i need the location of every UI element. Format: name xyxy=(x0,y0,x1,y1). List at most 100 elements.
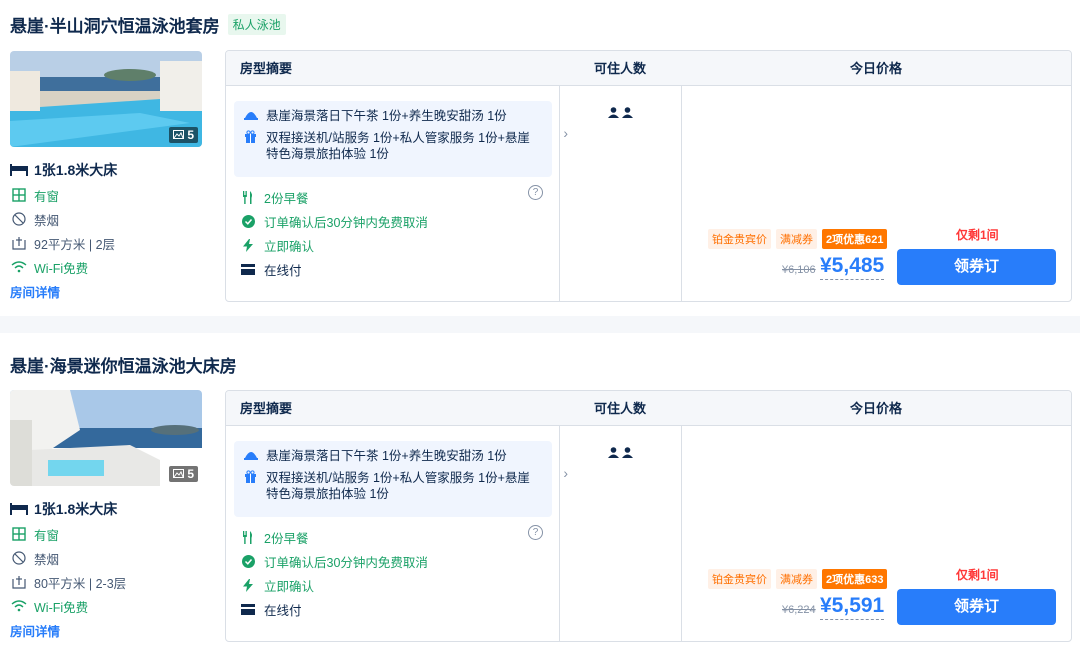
discount-count-badge[interactable]: 2项优惠633 xyxy=(822,569,888,589)
wifi-info: Wi-Fi免费 xyxy=(10,594,210,618)
person-icon xyxy=(608,106,619,121)
area-icon xyxy=(10,235,28,251)
card-icon xyxy=(240,263,256,275)
package-box[interactable]: 悬崖海景落日下午茶 1份+养生晚安甜汤 1份 双程接送机/站服务 1份+私人管家… xyxy=(234,101,568,177)
original-price: ¥6,106 xyxy=(782,264,816,276)
room-details-link[interactable]: 房间详情 xyxy=(10,621,210,640)
breakfast-perk: 2份早餐 xyxy=(240,185,550,209)
window-info: 有窗 xyxy=(10,522,210,546)
package-box[interactable]: 悬崖海景落日下午茶 1份+养生晚安甜汤 1份 双程接送机/站服务 1份+私人管家… xyxy=(234,441,568,517)
room-photo[interactable]: 5 xyxy=(10,390,202,486)
card-icon xyxy=(240,603,256,615)
lightning-icon xyxy=(240,238,256,252)
bed-info: 1张1.8米大床 xyxy=(10,157,210,183)
discount-count-badge[interactable]: 2项优惠621 xyxy=(822,229,888,249)
person-icon xyxy=(622,106,633,121)
package-line: 悬崖海景落日下午茶 1份+养生晚安甜汤 1份 xyxy=(244,108,542,124)
chevron-right-icon[interactable]: › xyxy=(563,125,568,141)
guest-count xyxy=(608,106,633,121)
window-icon xyxy=(10,526,28,542)
platinum-price-badge: 铂金贵宾价 xyxy=(708,569,771,589)
coupon-badge: 满减券 xyxy=(776,569,817,589)
wifi-label: Wi-Fi免费 xyxy=(34,261,89,276)
person-icon xyxy=(622,446,633,461)
chevron-right-icon[interactable]: › xyxy=(563,465,568,481)
cutlery-icon xyxy=(240,530,256,544)
package-line1-text: 悬崖海景落日下午茶 1份+养生晚安甜汤 1份 xyxy=(266,449,507,463)
room-title: 悬崖·海景迷你恒温泳池大床房 xyxy=(10,357,237,376)
bed-label: 1张1.8米大床 xyxy=(34,162,118,178)
instant-confirm-label: 立即确认 xyxy=(264,239,315,254)
gift-icon xyxy=(244,130,262,143)
header-summary: 房型摘要 xyxy=(240,401,293,416)
header-summary: 房型摘要 xyxy=(240,61,293,76)
price-area: 铂金贵宾价 满减券 2项优惠621 仅剩1间 ¥6,106 ¥5,485 领券订 xyxy=(682,86,1073,303)
current-price[interactable]: ¥5,485 xyxy=(820,254,885,280)
discount-badges: 铂金贵宾价 满减券 2项优惠633 xyxy=(708,569,888,589)
cancel-perk: 订单确认后30分钟内免费取消 xyxy=(240,209,550,233)
header-price: 今日价格 xyxy=(850,401,903,416)
area-icon xyxy=(10,574,28,590)
wifi-icon xyxy=(10,259,28,275)
check-circle-icon xyxy=(240,214,256,228)
dining-bell-icon xyxy=(244,448,262,460)
dining-bell-icon xyxy=(244,108,262,120)
rooms-left: 仅剩1间 xyxy=(956,228,999,242)
bed-label: 1张1.8米大床 xyxy=(34,501,118,517)
wifi-icon xyxy=(10,598,28,614)
header-guests: 可住人数 xyxy=(594,401,647,416)
column-divider xyxy=(559,426,560,641)
cancel-label: 订单确认后30分钟内免费取消 xyxy=(264,555,428,570)
room-facts: 1张1.8米大床 有窗 禁烟 80平方米 | 2-3层 Wi-Fi免费 房间详情 xyxy=(10,496,210,640)
no-smoking-icon xyxy=(10,550,28,566)
room-details-link[interactable]: 房间详情 xyxy=(10,282,210,301)
room-separator xyxy=(0,316,1080,333)
current-price[interactable]: ¥5,591 xyxy=(820,594,885,620)
package-line: 双程接送机/站服务 1份+私人管家服务 1份+悬崖特色海景旅拍体验 1份 xyxy=(244,130,542,162)
package-line1-text: 悬崖海景落日下午茶 1份+养生晚安甜汤 1份 xyxy=(266,109,507,123)
payment-label: 在线付 xyxy=(264,603,302,618)
discount-badges: 铂金贵宾价 满减券 2项优惠621 xyxy=(708,229,888,249)
window-icon xyxy=(10,187,28,203)
package-line2-text: 双程接送机/站服务 1份+私人管家服务 1份+悬崖特色海景旅拍体验 1份 xyxy=(266,131,530,161)
smoking-label: 禁烟 xyxy=(34,552,60,567)
perks-list: 2份早餐 订单确认后30分钟内免费取消 立即确认 在线付 xyxy=(240,525,550,621)
question-icon[interactable]: ? xyxy=(528,525,543,540)
column-divider xyxy=(559,86,560,301)
room-photo[interactable]: 5 xyxy=(10,51,202,147)
bed-info: 1张1.8米大床 xyxy=(10,496,210,522)
rooms-left: 仅剩1间 xyxy=(956,568,999,582)
question-icon[interactable]: ? xyxy=(528,185,543,200)
area-label: 92平方米 | 2层 xyxy=(34,237,116,252)
lightning-icon xyxy=(240,578,256,592)
room-facts: 1张1.8米大床 有窗 禁烟 92平方米 | 2层 Wi-Fi免费 房间详情 xyxy=(10,157,210,301)
header-price: 今日价格 xyxy=(850,61,903,76)
photo-count: 5 xyxy=(187,467,194,481)
book-button[interactable]: 领券订 xyxy=(897,589,1056,625)
private-pool-tag: 私人泳池 xyxy=(227,14,286,35)
cutlery-icon xyxy=(240,190,256,204)
package-line: 双程接送机/站服务 1份+私人管家服务 1份+悬崖特色海景旅拍体验 1份 xyxy=(244,470,542,502)
rate-table-header: 房型摘要 可住人数 今日价格 xyxy=(226,51,1071,86)
wifi-label: Wi-Fi免费 xyxy=(34,600,89,615)
room-title-row: 悬崖·海景迷你恒温泳池大床房 xyxy=(10,352,237,377)
smoking-info: 禁烟 xyxy=(10,207,210,231)
book-button[interactable]: 领券订 xyxy=(897,249,1056,285)
guest-count xyxy=(608,446,633,461)
instant-confirm-perk: 立即确认 xyxy=(240,573,550,597)
area-info: 92平方米 | 2层 xyxy=(10,231,210,255)
cancel-perk: 订单确认后30分钟内免费取消 xyxy=(240,549,550,573)
bed-icon xyxy=(10,162,28,178)
window-label: 有窗 xyxy=(34,528,60,543)
photo-count-badge: 5 xyxy=(169,466,198,482)
rate-table: 房型摘要 可住人数 今日价格 悬崖海景落日下午茶 1份+养生晚安甜汤 1份 双程… xyxy=(225,50,1072,302)
person-icon xyxy=(608,446,619,461)
room-title-row: 悬崖·半山洞穴恒温泳池套房 私人泳池 xyxy=(10,12,286,37)
gift-icon xyxy=(244,470,262,483)
window-label: 有窗 xyxy=(34,189,60,204)
window-info: 有窗 xyxy=(10,183,210,207)
breakfast-label: 2份早餐 xyxy=(264,531,309,546)
payment-perk: 在线付 xyxy=(240,597,550,621)
rate-table-header: 房型摘要 可住人数 今日价格 xyxy=(226,391,1071,426)
header-guests: 可住人数 xyxy=(594,61,647,76)
